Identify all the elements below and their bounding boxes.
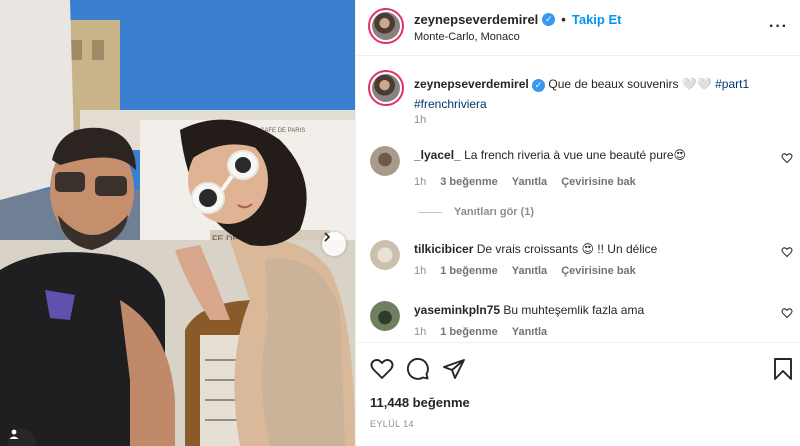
comment-text: _lyacel_ La french riveria à vue une bea…	[414, 148, 686, 162]
post-location[interactable]: Monte-Carlo, Monaco	[414, 31, 520, 43]
share-icon[interactable]	[442, 357, 466, 381]
heart-icon[interactable]	[781, 152, 793, 164]
more-options-icon[interactable]: ···	[769, 18, 788, 36]
author-header-line: zeynepseverdemirel ✓ • Takip Et	[414, 12, 621, 27]
commenter-avatar[interactable]	[370, 240, 400, 270]
comment-body: La french riveria à vue une beauté pure	[464, 148, 674, 162]
caption-username[interactable]: zeynepseverdemirel	[414, 77, 529, 91]
post-actions: 11,448 beğenme EYLÜL 14	[356, 342, 800, 446]
comment-meta: 1h 1 beğenme Yanıtla	[414, 326, 547, 338]
post-photo: CAFE DE PARIS FE DE PARIS	[0, 0, 355, 446]
comment-time[interactable]: 1h	[414, 176, 426, 188]
view-replies-label: Yanıtları gör (1)	[454, 206, 535, 218]
post-header: zeynepseverdemirel ✓ • Takip Et Monte-Ca…	[356, 0, 800, 56]
comment-body: De vrais croissants	[476, 242, 579, 256]
caption-avatar[interactable]	[368, 70, 404, 106]
caption-body: Que de beaux souvenirs	[548, 77, 679, 91]
comment-likes[interactable]: 1 beğenme	[440, 265, 497, 277]
comment-likes[interactable]: 1 beğenme	[440, 326, 497, 338]
heart-icon[interactable]	[781, 307, 793, 319]
photo-illustration: CAFE DE PARIS FE DE PARIS	[0, 0, 355, 446]
separator-dot: •	[561, 12, 566, 27]
author-username[interactable]: zeynepseverdemirel	[414, 12, 538, 27]
chevron-right-icon	[324, 232, 331, 242]
heart-icon[interactable]	[781, 246, 793, 258]
next-photo-button[interactable]	[322, 232, 346, 256]
caption-meta: 1h	[414, 114, 426, 126]
reply-button[interactable]: Yanıtla	[512, 265, 547, 277]
comment-likes[interactable]: 3 beğenme	[440, 176, 497, 188]
comment-emoji: 😍	[581, 242, 594, 256]
commenter-avatar[interactable]	[370, 301, 400, 331]
bookmark-icon[interactable]	[771, 357, 795, 381]
reply-button[interactable]: Yanıtla	[512, 176, 547, 188]
commenter-avatar[interactable]	[370, 146, 400, 176]
reply-button[interactable]: Yanıtla	[512, 326, 547, 338]
verified-badge-icon: ✓	[532, 78, 546, 92]
comment-time[interactable]: 1h	[414, 265, 426, 277]
caption-emoji: 🤍🤍	[681, 77, 712, 91]
replies-divider-line	[418, 211, 442, 213]
comment-text: tilkicibicer De vrais croissants 😍 !! Un…	[414, 242, 657, 256]
hashtag-part1[interactable]: #part1	[715, 77, 749, 91]
post-detail-panel: zeynepseverdemirel ✓ • Takip Et Monte-Ca…	[355, 0, 800, 446]
heart-icon[interactable]	[370, 357, 394, 381]
see-translation-button[interactable]: Çevirisine bak	[561, 176, 636, 188]
comment-time[interactable]: 1h	[414, 326, 426, 338]
see-translation-button[interactable]: Çevirisine bak	[561, 265, 636, 277]
view-replies-button[interactable]: Yanıtları gör (1)	[418, 206, 534, 218]
post-date[interactable]: EYLÜL 14	[370, 419, 414, 429]
comment-meta: 1h 1 beğenme Yanıtla Çevirisine bak	[414, 265, 636, 277]
comment-text: yaseminkpln75 Bu muhteşemlik fazla ama	[414, 303, 644, 317]
comment-username[interactable]: yaseminkpln75	[414, 303, 500, 317]
comment-item: tilkicibicer De vrais croissants 😍 !! Un…	[356, 236, 800, 296]
caption-time[interactable]: 1h	[414, 114, 426, 126]
comment-meta: 1h 3 beğenme Yanıtla Çevirisine bak	[414, 176, 636, 188]
verified-badge-icon: ✓	[542, 13, 556, 26]
comment-body: Bu muhteşemlik fazla ama	[503, 303, 645, 317]
hashtag-frenchriviera[interactable]: #frenchriviera	[414, 97, 487, 111]
user-tag-icon	[9, 429, 19, 439]
comment-body-continued: !! Un délice	[597, 242, 658, 256]
follow-button[interactable]: Takip Et	[572, 12, 622, 27]
comment-username[interactable]: tilkicibicer	[414, 242, 473, 256]
comment-username[interactable]: _lyacel_	[414, 148, 461, 162]
comment-emoji: 😍	[673, 148, 687, 162]
author-avatar[interactable]	[368, 8, 404, 44]
comment-icon[interactable]	[406, 357, 430, 381]
like-count[interactable]: 11,448 beğenme	[370, 395, 470, 410]
caption-text: zeynepseverdemirel ✓ Que de beaux souven…	[414, 74, 769, 114]
comment-item: _lyacel_ La french riveria à vue une bea…	[356, 142, 800, 202]
